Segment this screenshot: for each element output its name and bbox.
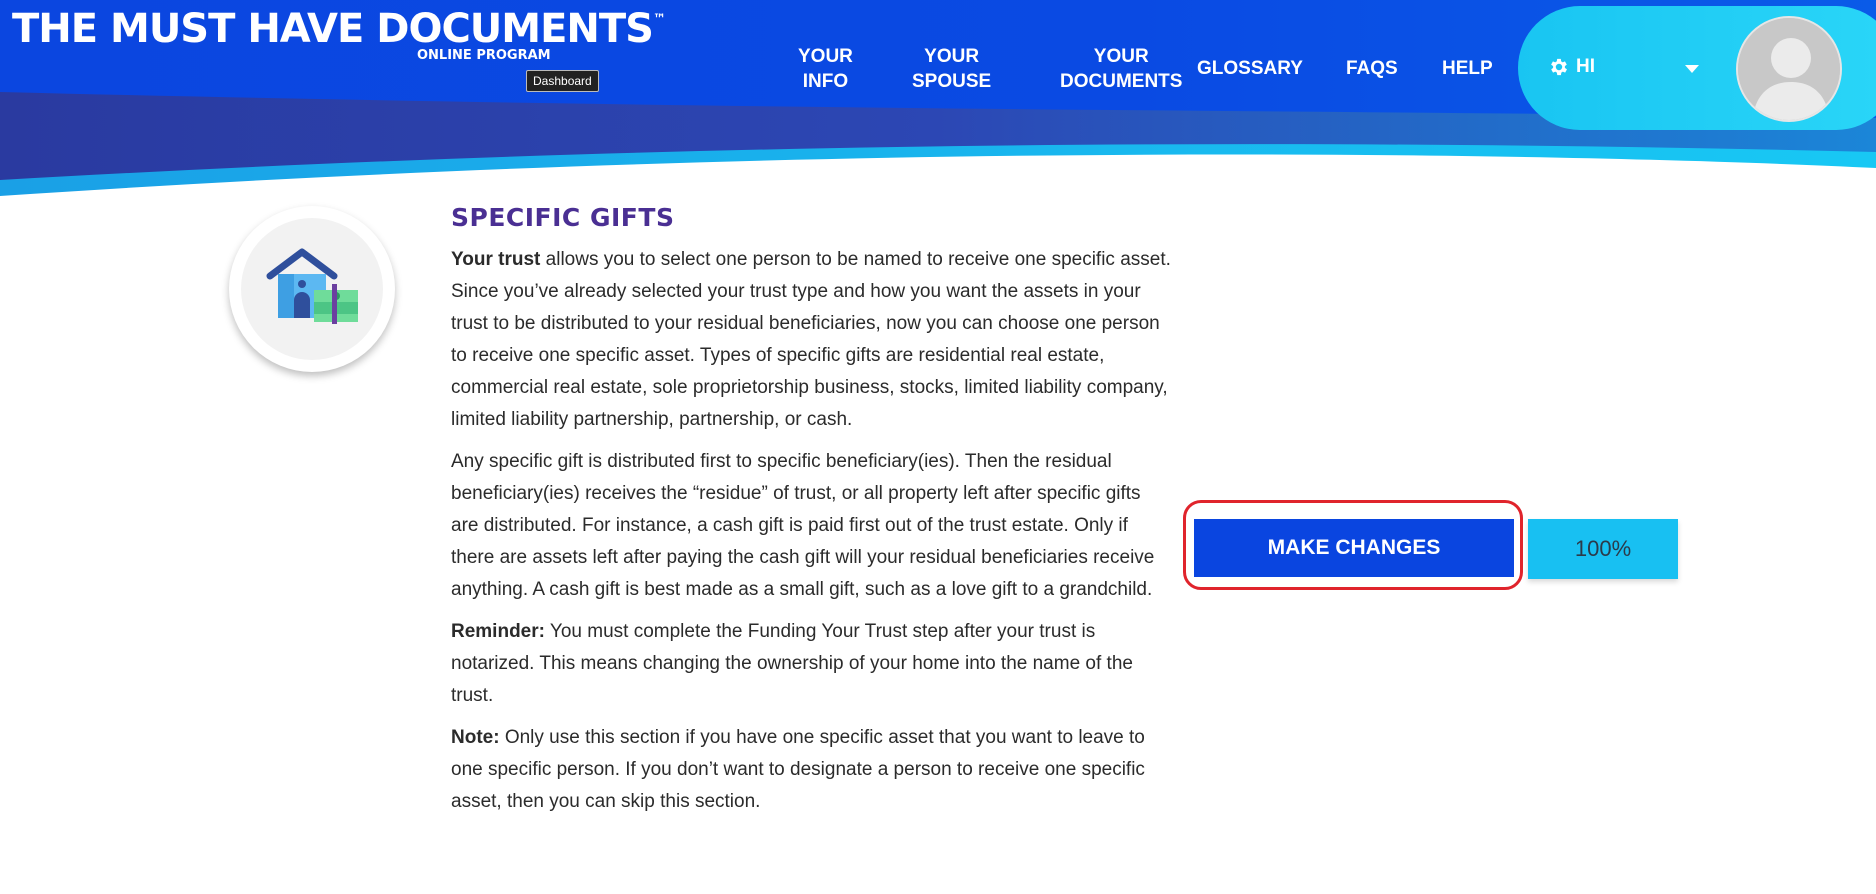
reminder-paragraph: Reminder: You must complete the Funding … <box>451 616 1171 712</box>
intro-text: allows you to select one person to be na… <box>451 249 1171 430</box>
section-icon-badge <box>229 206 395 372</box>
logo-title: THE MUST HAVE DOCUMENTS™ <box>12 6 666 52</box>
user-settings-button[interactable]: HI <box>1548 56 1595 78</box>
nav-label-line2: INFO <box>802 71 849 92</box>
nav-label-line1: YOUR <box>924 46 980 67</box>
nav-label-line2: SPOUSE <box>912 71 992 92</box>
nav-label: FAQS <box>1346 58 1398 79</box>
nav-label: HELP <box>1442 58 1493 79</box>
user-avatar-icon <box>1738 18 1840 120</box>
nav-your-spouse[interactable]: YOUR SPOUSE <box>912 44 991 94</box>
note-paragraph: Note: Only use this section if you have … <box>451 722 1171 818</box>
trademark-symbol: ™ <box>652 12 666 27</box>
dashboard-tooltip: Dashboard <box>526 70 599 92</box>
nav-glossary[interactable]: GLOSSARY <box>1197 56 1303 81</box>
nav-your-documents[interactable]: YOUR DOCUMENTS <box>1060 44 1182 94</box>
nav-label-line1: YOUR <box>798 46 853 67</box>
nav-label-line1: YOUR <box>1093 46 1149 67</box>
reminder-label: Reminder: <box>451 621 545 642</box>
site-header: THE MUST HAVE DOCUMENTS™ ONLINE PROGRAM … <box>0 0 1876 200</box>
progress-badge: 100% <box>1528 519 1678 579</box>
nav-faqs[interactable]: FAQS <box>1346 56 1398 81</box>
house-money-icon <box>266 248 358 324</box>
nav-label-line2: DOCUMENTS <box>1060 71 1183 92</box>
nav-your-info[interactable]: YOUR INFO <box>798 44 853 94</box>
user-greeting: HI <box>1576 56 1595 77</box>
logo-subtitle: ONLINE PROGRAM <box>417 48 551 63</box>
reminder-text: You must complete the Funding Your Trust… <box>451 621 1133 706</box>
user-avatar[interactable] <box>1736 16 1842 122</box>
chevron-down-icon[interactable] <box>1684 64 1700 74</box>
intro-paragraph: Your trust allows you to select one pers… <box>451 244 1171 436</box>
note-label: Note: <box>451 727 500 748</box>
nav-help[interactable]: HELP <box>1442 56 1493 81</box>
logo-title-text: THE MUST HAVE DOCUMENTS <box>12 6 654 52</box>
section-title: SPECIFIC GIFTS <box>451 203 675 232</box>
section-icon-background <box>241 218 383 360</box>
make-changes-button[interactable]: MAKE CHANGES <box>1194 519 1514 577</box>
distribution-paragraph: Any specific gift is distributed first t… <box>451 451 1155 600</box>
note-text: Only use this section if you have one sp… <box>451 727 1145 812</box>
site-logo[interactable]: THE MUST HAVE DOCUMENTS™ <box>12 6 666 52</box>
gear-icon <box>1551 58 1567 76</box>
intro-bold: Your trust <box>451 249 541 270</box>
specific-gifts-section: SPECIFIC GIFTS Your trust allows you to … <box>451 203 1171 828</box>
nav-label: GLOSSARY <box>1197 58 1303 79</box>
